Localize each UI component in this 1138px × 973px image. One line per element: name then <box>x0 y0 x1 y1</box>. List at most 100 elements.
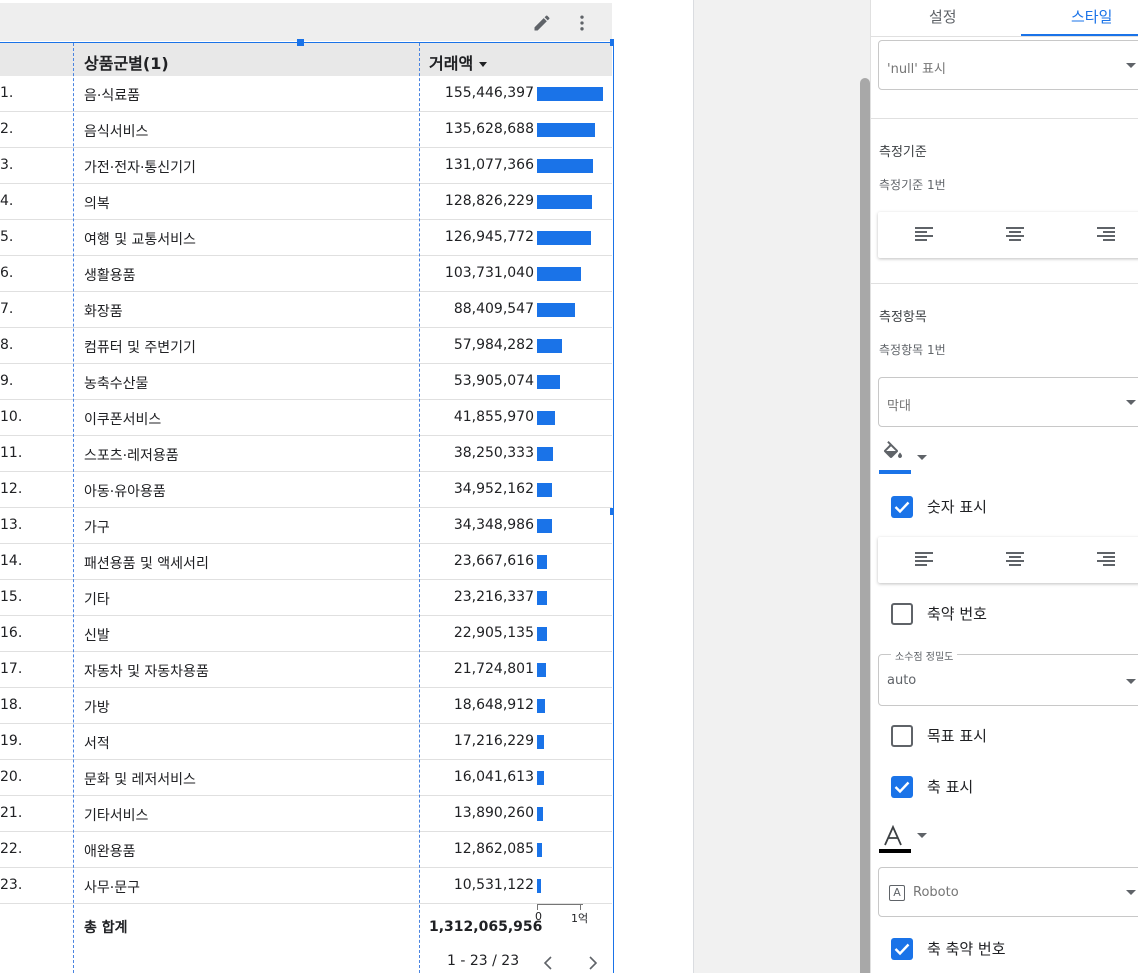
row-bar <box>537 375 560 389</box>
align-left-icon[interactable] <box>915 552 935 570</box>
null-display-value: 'null' 표시 <box>887 62 946 77</box>
row-amount: 103,731,040 <box>444 265 534 281</box>
metric-section-title: 측정항목 <box>879 310 927 325</box>
row-category: 신발 <box>84 628 110 644</box>
align-right-icon[interactable] <box>1097 552 1117 570</box>
row-amount: 41,855,970 <box>453 409 534 425</box>
row-number: 7. <box>0 301 14 317</box>
decimal-precision-select[interactable]: 소수점 정밀도 auto <box>878 648 1138 706</box>
compact-number-label[interactable]: 축약 번호 <box>927 603 987 624</box>
row-amount: 16,041,613 <box>453 769 534 785</box>
table-row[interactable]: 2. 음식서비스 135,628,688 <box>0 112 612 148</box>
table-chart[interactable]: 상품군별(1) 거래액 1. 음·식료품 155,446,397 2. 음식서비스 135… <box>0 0 617 973</box>
chevron-left-icon[interactable] <box>540 954 556 972</box>
bar-axis <box>537 904 583 905</box>
font-color-icon[interactable] <box>879 824 907 851</box>
show-target-checkbox[interactable] <box>891 725 913 747</box>
row-bar <box>537 267 581 281</box>
row-number: 5. <box>0 229 14 245</box>
table-row[interactable]: 22. 애완용품 12,862,085 <box>0 832 612 868</box>
table-row[interactable]: 15. 기타 23,216,337 <box>0 580 612 616</box>
show-target-label[interactable]: 목표 표시 <box>927 725 987 746</box>
table-row[interactable]: 6. 생활용품 103,731,040 <box>0 256 612 292</box>
table-row[interactable]: 12. 아동·유아용품 34,952,162 <box>0 472 612 508</box>
row-category: 자동차 및 자동차용품 <box>84 664 209 680</box>
total-value: 1,312,065,956 <box>429 919 543 935</box>
row-number: 16. <box>0 625 23 641</box>
row-bar <box>537 771 544 785</box>
compact-number-checkbox[interactable] <box>891 603 913 625</box>
show-axis-label[interactable]: 축 표시 <box>927 776 973 797</box>
axis-compact-checkbox[interactable] <box>891 938 913 960</box>
font-family-select[interactable]: A Roboto <box>878 867 1138 917</box>
row-category: 농축수산물 <box>84 376 149 392</box>
show-axis-checkbox[interactable] <box>891 776 913 798</box>
metric-align-group <box>878 537 1138 583</box>
row-bar <box>537 627 547 641</box>
row-amount: 34,952,162 <box>453 481 534 497</box>
table-row[interactable]: 23. 사무·문구 10,531,122 <box>0 868 612 904</box>
more-vert-icon[interactable] <box>571 12 593 34</box>
table-row[interactable]: 9. 농축수산물 53,905,074 <box>0 364 612 400</box>
row-amount: 21,724,801 <box>453 661 534 677</box>
resize-handle-top[interactable] <box>297 39 304 46</box>
table-row[interactable]: 7. 화장품 88,409,547 <box>0 292 612 328</box>
column-header-amount[interactable]: 거래액 <box>429 50 488 74</box>
table-row[interactable]: 4. 의복 128,826,229 <box>0 184 612 220</box>
row-bar <box>537 699 545 713</box>
caret-down-icon[interactable] <box>917 455 927 460</box>
metric-type-select[interactable]: 막대 <box>878 377 1138 427</box>
table-row[interactable]: 18. 가방 18,648,912 <box>0 688 612 724</box>
row-category: 여행 및 교통서비스 <box>84 232 196 248</box>
row-category: 컴퓨터 및 주변기기 <box>84 340 196 356</box>
align-left-icon[interactable] <box>915 227 935 245</box>
row-amount: 23,667,616 <box>453 553 534 569</box>
table-row[interactable]: 21. 기타서비스 13,890,260 <box>0 796 612 832</box>
row-bar <box>537 411 555 425</box>
pencil-icon[interactable] <box>531 12 553 34</box>
null-display-select[interactable]: 'null' 표시 <box>878 40 1138 90</box>
row-number: 3. <box>0 157 14 173</box>
row-amount: 126,945,772 <box>444 229 534 245</box>
row-number: 1. <box>0 85 14 101</box>
axis-label-0: 0 <box>535 910 542 923</box>
table-row[interactable]: 8. 컴퓨터 및 주변기기 57,984,282 <box>0 328 612 364</box>
column-divider <box>73 43 74 973</box>
dimension-sub-label: 측정기준 1번 <box>879 178 946 192</box>
table-row[interactable]: 20. 문화 및 레저서비스 16,041,613 <box>0 760 612 796</box>
align-center-icon[interactable] <box>1006 552 1026 570</box>
chevron-right-icon[interactable] <box>585 954 601 972</box>
table-row[interactable]: 5. 여행 및 교통서비스 126,945,772 <box>0 220 612 256</box>
fill-color-icon[interactable] <box>879 441 907 469</box>
row-bar <box>537 123 595 137</box>
tab-style[interactable]: 스타일 <box>1071 6 1112 27</box>
row-number: 15. <box>0 589 23 605</box>
row-amount: 135,628,688 <box>444 121 534 137</box>
table-row[interactable]: 19. 서적 17,216,229 <box>0 724 612 760</box>
panel-scrollbar[interactable] <box>860 78 870 973</box>
show-number-label[interactable]: 숫자 표시 <box>927 496 987 517</box>
table-row[interactable]: 17. 자동차 및 자동차용품 21,724,801 <box>0 652 612 688</box>
row-category: 가방 <box>84 700 110 716</box>
row-bar <box>537 339 562 353</box>
align-center-icon[interactable] <box>1006 227 1026 245</box>
tab-setup[interactable]: 설정 <box>929 6 957 27</box>
table-row[interactable]: 14. 패션용품 및 액세서리 23,667,616 <box>0 544 612 580</box>
row-amount: 88,409,547 <box>453 301 534 317</box>
caret-down-icon[interactable] <box>917 833 927 838</box>
column-header-category[interactable]: 상품군별(1) <box>84 50 169 74</box>
table-row[interactable]: 3. 가전·전자·통신기기 131,077,366 <box>0 148 612 184</box>
row-category: 스포츠·레저용품 <box>84 448 179 464</box>
table-row[interactable]: 1. 음·식료품 155,446,397 <box>0 76 612 112</box>
table-row[interactable]: 11. 스포츠·레저용품 38,250,333 <box>0 436 612 472</box>
row-number: 18. <box>0 697 23 713</box>
table-row[interactable]: 10. 이쿠폰서비스 41,855,970 <box>0 400 612 436</box>
show-number-checkbox[interactable] <box>891 496 913 518</box>
table-row[interactable]: 13. 가구 34,348,986 <box>0 508 612 544</box>
axis-compact-label[interactable]: 축 축약 번호 <box>927 938 1006 959</box>
table-row[interactable]: 16. 신발 22,905,135 <box>0 616 612 652</box>
row-number: 17. <box>0 661 23 677</box>
align-right-icon[interactable] <box>1097 227 1117 245</box>
caret-down-icon <box>1126 679 1136 684</box>
row-category: 애완용품 <box>84 844 136 860</box>
